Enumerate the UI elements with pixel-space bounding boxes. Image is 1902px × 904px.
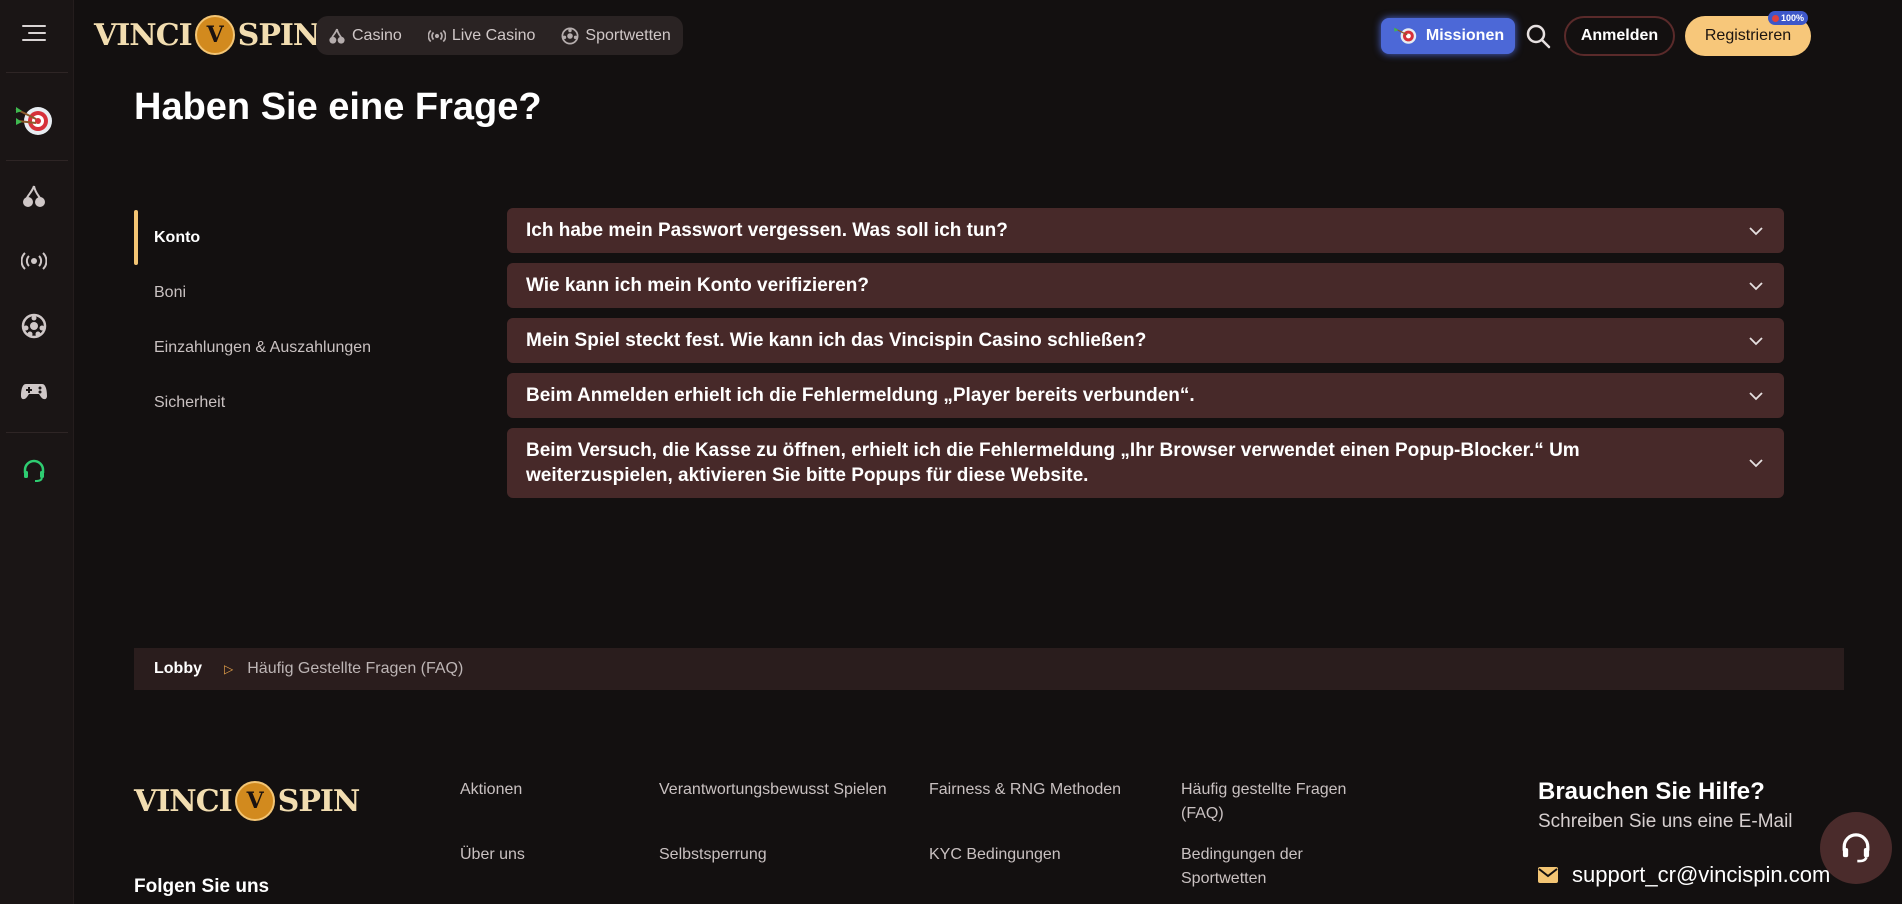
category-konto[interactable]: Konto: [134, 210, 434, 265]
category-einzahlungen[interactable]: Einzahlungen & Auszahlungen: [134, 320, 434, 375]
mail-icon: [1538, 867, 1558, 883]
nav-sportwetten[interactable]: Sportwetten: [561, 26, 671, 45]
register-badge-text: 100%: [1781, 13, 1805, 23]
login-button[interactable]: Anmelden: [1564, 16, 1675, 56]
footer-link[interactable]: Häufig gestellte Fragen (FAQ): [1181, 778, 1391, 826]
footer-link[interactable]: Selbstsperrung: [659, 843, 767, 867]
faq-question: Wie kann ich mein Konto verifizieren?: [526, 275, 869, 296]
help-title: Brauchen Sie Hilfe?: [1538, 778, 1765, 805]
category-sicherheit[interactable]: Sicherheit: [134, 375, 434, 430]
nav-casino[interactable]: Casino: [328, 27, 402, 45]
page-title: Haben Sie eine Frage?: [134, 86, 542, 128]
faq-item[interactable]: Mein Spiel steckt fest. Wie kann ich das…: [507, 318, 1784, 363]
faq-item[interactable]: Beim Versuch, die Kasse zu öffnen, erhie…: [507, 428, 1784, 498]
headset-icon: [1842, 833, 1870, 863]
nav-live-casino[interactable]: Live Casino: [427, 26, 536, 45]
cherry-icon[interactable]: [18, 180, 50, 212]
darts-target-icon[interactable]: [12, 99, 56, 143]
chevron-down-icon: [1749, 281, 1763, 290]
footer-link[interactable]: Bedingungen der Sportwetten: [1181, 843, 1351, 891]
top-nav: Casino Live Casino Sportwetten: [316, 16, 683, 55]
footer-link[interactable]: Verantwortungsbewusst Spielen: [659, 778, 887, 802]
nav-casino-label: Casino: [352, 26, 402, 44]
nav-sportwetten-label: Sportwetten: [585, 26, 671, 44]
headset-icon[interactable]: [18, 455, 50, 487]
faq-question: Beim Versuch, die Kasse zu öffnen, erhie…: [526, 440, 1580, 486]
faq-question: Ich habe mein Passwort vergessen. Was so…: [526, 220, 1008, 241]
follow-us-heading: Folgen Sie uns: [134, 876, 270, 897]
breadcrumb-home[interactable]: Lobby: [154, 660, 202, 678]
breadcrumb-current: Häufig Gestellte Fragen (FAQ): [247, 660, 464, 677]
logo-text-right: SPIN: [277, 783, 361, 819]
faq-list: Ich habe mein Passwort vergessen. Was so…: [507, 208, 1784, 508]
help-email[interactable]: support_cr@vincispin.com: [1538, 862, 1830, 888]
faq-categories: Konto Boni Einzahlungen & Auszahlungen S…: [134, 210, 434, 430]
chevron-down-icon: [1749, 459, 1763, 468]
soccer-ball-icon[interactable]: [18, 310, 50, 342]
faq-question: Mein Spiel steckt fest. Wie kann ich das…: [526, 330, 1147, 351]
help-subtitle: Schreiben Sie uns eine E-Mail: [1538, 811, 1793, 832]
chevron-down-icon: [1749, 336, 1763, 345]
logo-text-right: SPIN: [237, 17, 321, 53]
menu-icon[interactable]: [22, 25, 46, 45]
footer-logo[interactable]: VINCI V SPIN: [134, 778, 361, 824]
breadcrumb-arrow-icon: ▷: [224, 662, 234, 676]
logo-text-left: VINCI: [94, 17, 193, 53]
category-boni[interactable]: Boni: [134, 265, 434, 320]
faq-item[interactable]: Wie kann ich mein Konto verifizieren?: [507, 263, 1784, 308]
support-chat-button[interactable]: [1820, 812, 1892, 884]
gift-icon: [1772, 14, 1779, 22]
faq-item[interactable]: Beim Anmelden erhielt ich die Fehlermeld…: [507, 373, 1784, 418]
divider: [6, 432, 68, 433]
footer-link[interactable]: Über uns: [460, 843, 525, 867]
soccer-ball-icon: [561, 27, 579, 44]
missions-label: Missionen: [1425, 27, 1505, 44]
footer-link[interactable]: Aktionen: [460, 778, 522, 802]
gamepad-icon[interactable]: [18, 375, 50, 407]
left-sidebar: [0, 0, 74, 904]
divider: [6, 160, 68, 161]
register-bonus-badge: 100%: [1768, 11, 1809, 25]
darts-target-icon: [1393, 27, 1417, 44]
missions-button[interactable]: Missionen: [1381, 18, 1515, 54]
chevron-down-icon: [1749, 226, 1763, 235]
faq-item[interactable]: Ich habe mein Passwort vergessen. Was so…: [507, 208, 1784, 253]
nav-live-casino-label: Live Casino: [451, 26, 536, 44]
logo-text-left: VINCI: [134, 783, 233, 819]
broadcast-icon[interactable]: [18, 245, 50, 277]
footer-link[interactable]: Fairness & RNG Methoden: [929, 778, 1121, 802]
divider: [6, 72, 68, 73]
logo-medal: V: [194, 15, 235, 55]
broadcast-icon: [427, 29, 446, 42]
breadcrumb: Lobby ▷ Häufig Gestellte Fragen (FAQ): [134, 648, 1844, 690]
site-logo[interactable]: VINCI V SPIN: [94, 12, 321, 58]
chevron-down-icon: [1749, 391, 1763, 400]
faq-question: Beim Anmelden erhielt ich die Fehlermeld…: [526, 385, 1195, 406]
search-icon[interactable]: [1524, 22, 1552, 50]
footer-link[interactable]: KYC Bedingungen: [929, 843, 1061, 867]
cherry-icon: [329, 28, 345, 44]
help-email-text: support_cr@vincispin.com: [1572, 862, 1831, 887]
logo-medal: V: [234, 781, 275, 821]
